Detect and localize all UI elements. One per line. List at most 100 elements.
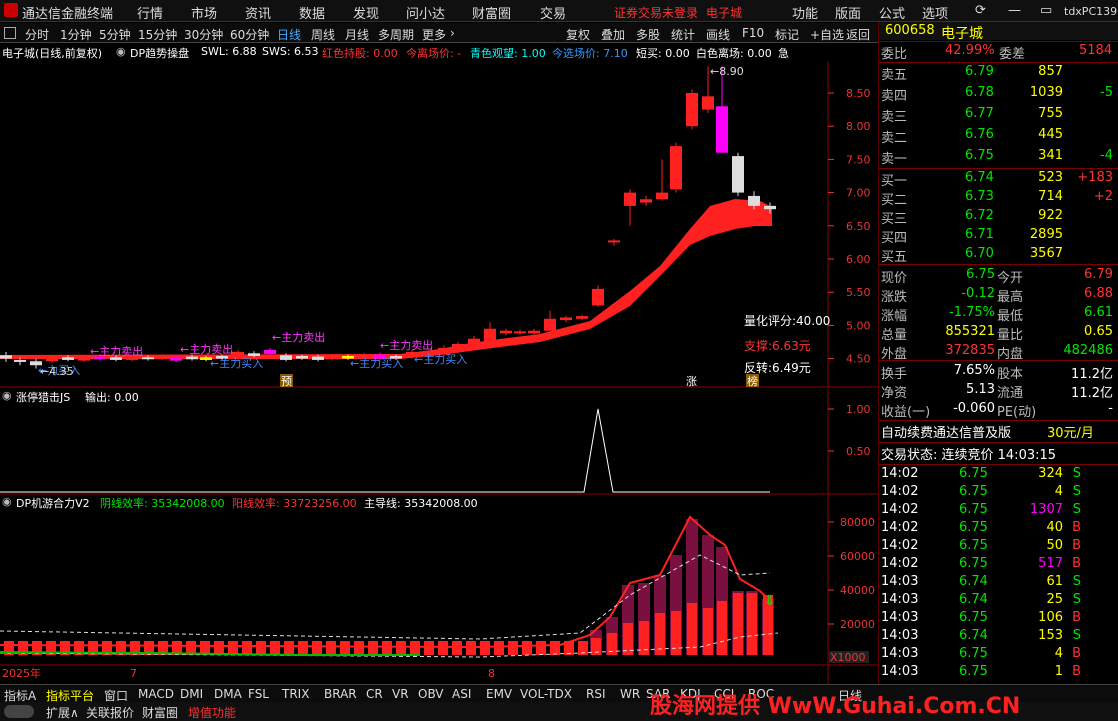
menu-ask[interactable]: 问小达 xyxy=(406,3,445,22)
status-wealth[interactable]: 财富圈 xyxy=(142,704,178,721)
btn-overlay[interactable]: 叠加 xyxy=(601,26,625,43)
period-weekly[interactable]: 周线 xyxy=(311,26,335,43)
tick-time: 14:03 xyxy=(881,592,919,607)
candle-body xyxy=(716,106,728,153)
candle-body xyxy=(640,199,652,203)
tick-time: 14:03 xyxy=(881,664,919,679)
tick-row: 14:03 6.74 153 S xyxy=(879,628,1118,646)
period-multi[interactable]: 多周期 xyxy=(378,26,414,43)
indicator-tab-5[interactable]: DMA xyxy=(214,687,242,701)
vol-bar-small xyxy=(550,641,560,655)
indicator-tab-8[interactable]: BRAR xyxy=(324,687,357,701)
vol-bar-small xyxy=(270,641,280,655)
menu-news[interactable]: 资讯 xyxy=(245,3,271,22)
indicator-tab-13[interactable]: EMV xyxy=(486,687,512,701)
vol-bar-small xyxy=(256,641,266,655)
menu-wealth[interactable]: 财富圈 xyxy=(472,3,511,22)
status-value-add[interactable]: 增值功能 xyxy=(188,704,236,721)
today-entry-value: 今离场价: - xyxy=(406,47,462,60)
btn-mark[interactable]: 标记 xyxy=(775,26,799,43)
bid-label: 买二 xyxy=(881,193,908,208)
ask-volume: 1039 xyxy=(1029,85,1063,100)
period-30m[interactable]: 30分钟 xyxy=(184,26,223,43)
weibi-row: 委比 42.99% 委差 5184 xyxy=(881,43,1113,62)
watermark: 股海网提供 WwW.Guhai.Com.CN xyxy=(650,694,1021,719)
btn-stats[interactable]: 统计 xyxy=(671,26,695,43)
tick-row: 14:02 6.75 40 B xyxy=(879,520,1118,538)
candle-body xyxy=(576,316,588,319)
sub2-chart[interactable]: 80000 60000 40000 20000 ⇓ X1000 2025年 7 8 xyxy=(0,495,878,684)
annotation-buy-3: ←主力买入 xyxy=(414,353,467,366)
bid-label: 买三 xyxy=(881,212,908,227)
indicator-tab-7[interactable]: TRIX xyxy=(282,687,309,701)
price-axis-label: 8.00 xyxy=(846,120,871,133)
tick-side: B xyxy=(1072,556,1081,571)
period-monthly[interactable]: 月线 xyxy=(345,26,369,43)
indicator-tab-3[interactable]: MACD xyxy=(138,687,174,701)
main-kline-chart[interactable]: 8.50 8.00 7.50 7.00 6.50 6.00 5.50 5.00 4.50 ←主力… xyxy=(0,61,878,388)
refresh-icon[interactable]: ⟳ xyxy=(975,3,986,18)
menu-quotes[interactable]: 行情 xyxy=(137,3,163,22)
btn-add-favorite[interactable]: +自选 xyxy=(810,26,844,43)
menu-trade[interactable]: 交易 xyxy=(540,3,566,22)
btn-multi[interactable]: 多股 xyxy=(636,26,660,43)
vol-bar-small xyxy=(368,641,378,655)
period-daily[interactable]: 日线 xyxy=(277,26,301,43)
candle-body xyxy=(528,330,540,334)
toggle-icon[interactable] xyxy=(4,705,34,718)
chevron-right-icon[interactable]: › xyxy=(450,26,455,40)
indicator-tab-15[interactable]: RSI xyxy=(586,687,606,701)
indicator-tab-6[interactable]: FSL xyxy=(248,687,269,701)
menu-function[interactable]: 功能 xyxy=(792,3,818,22)
ask-price: 6.75 xyxy=(965,148,994,163)
high-mark: ←8.90 xyxy=(710,65,744,78)
period-1m[interactable]: 1分钟 xyxy=(60,26,92,43)
indicator-tab-11[interactable]: OBV xyxy=(418,687,444,701)
status-extend[interactable]: 扩展∧ xyxy=(46,704,79,721)
panel-icon[interactable] xyxy=(4,27,16,39)
period-60m[interactable]: 60分钟 xyxy=(230,26,269,43)
indicator-tab-4[interactable]: DMI xyxy=(180,687,203,701)
login-notice[interactable]: 证券交易未登录 xyxy=(614,4,698,21)
tick-volume: 40 xyxy=(1046,520,1063,535)
tick-price: 6.74 xyxy=(959,574,988,589)
candle-body xyxy=(656,192,668,200)
btn-f10[interactable]: F10 xyxy=(742,26,764,40)
indicator-name[interactable]: DP趋势操盘 xyxy=(130,45,189,61)
date-label-7: 7 xyxy=(130,667,137,680)
period-15m[interactable]: 15分钟 xyxy=(138,26,177,43)
indicator-tab-10[interactable]: VR xyxy=(392,687,409,701)
indicator-tab-9[interactable]: CR xyxy=(366,687,383,701)
top-stock-name: 电子城 xyxy=(706,6,743,20)
period-more[interactable]: 更多 xyxy=(422,26,446,43)
candle-body xyxy=(592,288,604,306)
gear-icon[interactable]: ◉ xyxy=(116,45,126,58)
sub1-chart[interactable]: 1.00 0.50 xyxy=(0,389,878,495)
price-axis-label: 4.50 xyxy=(846,353,871,366)
period-tick[interactable]: 分时 xyxy=(25,26,49,43)
btn-draw[interactable]: 画线 xyxy=(706,26,730,43)
btn-adjust[interactable]: 复权 xyxy=(566,26,590,43)
menu-formula[interactable]: 公式 xyxy=(879,3,905,22)
period-5m[interactable]: 5分钟 xyxy=(99,26,131,43)
ask-label: 卖五 xyxy=(881,68,908,83)
indicator-tab-16[interactable]: WR xyxy=(620,687,640,701)
menu-data[interactable]: 数据 xyxy=(299,3,325,22)
indicator-tab-12[interactable]: ASI xyxy=(452,687,471,701)
vol-bar-small xyxy=(312,641,322,655)
btn-back[interactable]: 返回 xyxy=(846,26,870,43)
menu-layout[interactable]: 版面 xyxy=(835,3,861,22)
swl-value: SWL: 6.88 xyxy=(201,45,257,58)
restore-icon[interactable]: ▭ xyxy=(1040,3,1052,18)
menu-market[interactable]: 市场 xyxy=(191,3,217,22)
minimize-icon[interactable]: — xyxy=(1008,3,1021,18)
indicator-tab-14[interactable]: VOL-TDX xyxy=(520,687,572,701)
ask-label: 卖三 xyxy=(881,110,908,125)
ask-volume: 341 xyxy=(1038,148,1063,163)
promo-row[interactable]: 自动续费通达信普及版 30元/月 xyxy=(879,422,1118,441)
menu-options[interactable]: 选项 xyxy=(922,3,948,22)
tick-time: 14:02 xyxy=(881,502,919,517)
status-related[interactable]: 关联报价 xyxy=(86,704,134,721)
bid-volume: 523 xyxy=(1038,170,1063,185)
menu-discover[interactable]: 发现 xyxy=(353,3,379,22)
